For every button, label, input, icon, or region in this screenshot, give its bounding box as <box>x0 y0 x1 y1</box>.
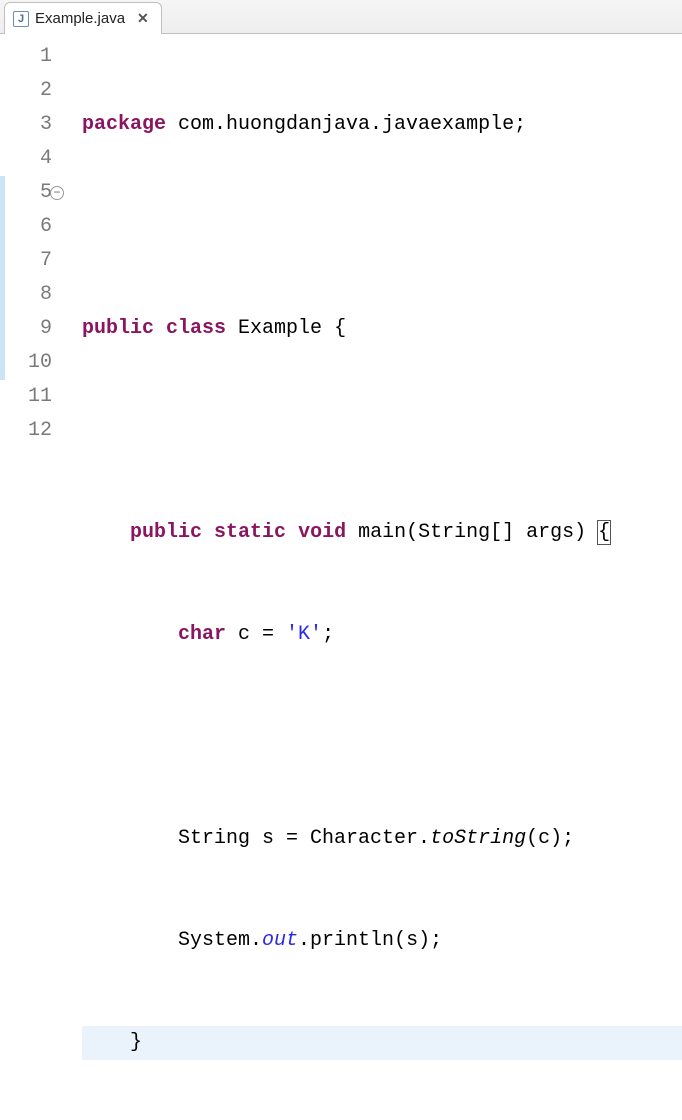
code-text: (c); <box>526 827 574 850</box>
code-panel: 1 2 3 4 5− 6 7 8 9 10 11 12 package com.… <box>0 34 682 1120</box>
code-content[interactable]: package com.huongdanjava.javaexample; pu… <box>62 40 682 1120</box>
string-literal: 'K' <box>286 623 322 646</box>
line-number: 7 <box>40 249 52 272</box>
code-text: ; <box>322 623 334 646</box>
line-number: 10 <box>28 351 52 374</box>
code-text: main(String[] args) <box>346 521 598 544</box>
keyword: char <box>178 623 226 646</box>
line-number: 8 <box>40 283 52 306</box>
code-text <box>82 827 178 850</box>
code-text <box>82 929 178 952</box>
line-number: 1 <box>40 45 52 68</box>
line-number: 2 <box>40 79 52 102</box>
code-text: System. <box>178 929 262 952</box>
line-number: 4 <box>40 147 52 170</box>
line-number: 11 <box>28 385 52 408</box>
code-text <box>82 623 178 646</box>
keyword: static <box>214 521 286 544</box>
line-number: 9 <box>40 317 52 340</box>
line-number: 6 <box>40 215 52 238</box>
code-text <box>82 1031 130 1054</box>
line-number: 3 <box>40 113 52 136</box>
keyword: public <box>82 317 154 340</box>
static-field: out <box>262 929 298 952</box>
fold-toggle-icon[interactable]: − <box>50 186 64 200</box>
keyword: package <box>82 113 166 136</box>
change-marker <box>0 278 5 312</box>
matched-brace: { <box>598 521 610 544</box>
change-marker <box>0 346 5 380</box>
change-marker <box>0 210 5 244</box>
code-text: Example { <box>226 317 346 340</box>
code-text: .println(s); <box>298 929 442 952</box>
tab-bar: J Example.java ✕ <box>0 0 682 34</box>
line-number: 12 <box>28 419 52 442</box>
change-marker <box>0 312 5 346</box>
line-number-gutter: 1 2 3 4 5− 6 7 8 9 10 11 12 <box>0 40 62 1120</box>
code-text: com.huongdanjava.javaexample; <box>166 113 526 136</box>
keyword: class <box>166 317 226 340</box>
change-marker <box>0 176 5 210</box>
keyword: void <box>298 521 346 544</box>
static-method: toString <box>430 827 526 850</box>
java-file-icon: J <box>13 11 29 27</box>
keyword: public <box>130 521 202 544</box>
editor-tab[interactable]: J Example.java ✕ <box>4 2 162 34</box>
close-icon[interactable]: ✕ <box>137 10 149 27</box>
tab-filename: Example.java <box>35 10 125 27</box>
code-text: c = <box>226 623 286 646</box>
change-marker <box>0 244 5 278</box>
code-text: String s = Character. <box>178 827 430 850</box>
editor-area: J Example.java ✕ 1 2 3 4 5− 6 7 8 9 10 1… <box>0 0 682 1120</box>
code-text: } <box>130 1031 142 1054</box>
